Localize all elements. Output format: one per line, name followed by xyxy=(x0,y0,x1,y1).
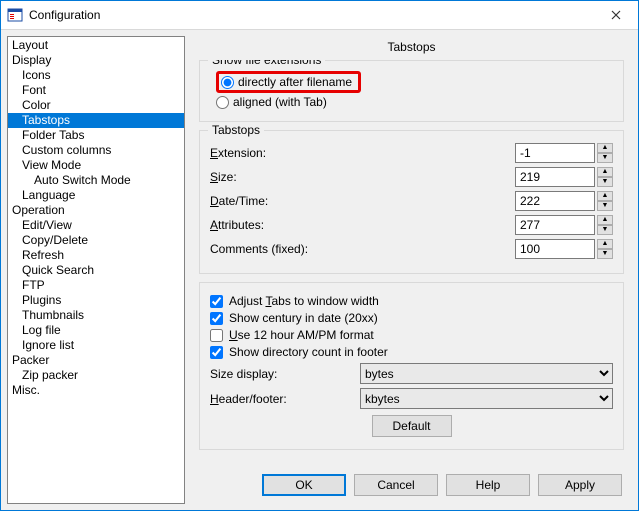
radio-directly-after-filename[interactable] xyxy=(221,76,234,89)
tree-item[interactable]: Zip packer xyxy=(8,368,184,383)
tree-item[interactable]: Edit/View xyxy=(8,218,184,233)
spin-down-icon[interactable]: ▼ xyxy=(597,249,613,259)
check-adjust-tabs[interactable] xyxy=(210,295,223,308)
tree-item[interactable]: FTP xyxy=(8,278,184,293)
label-size: Size: xyxy=(210,170,360,184)
group-legend: Tabstops xyxy=(208,123,264,137)
spinner-attributes: ▲ ▼ xyxy=(597,215,613,235)
settings-panel: Tabstops Show file extensions directly a… xyxy=(191,36,632,504)
spinner-size: ▲ ▼ xyxy=(597,167,613,187)
tree-item[interactable]: Icons xyxy=(8,68,184,83)
tree-item[interactable]: Ignore list xyxy=(8,338,184,353)
titlebar: Configuration xyxy=(1,1,638,30)
label-extension: Extension: xyxy=(210,146,360,160)
spin-up-icon[interactable]: ▲ xyxy=(597,239,613,249)
spin-down-icon[interactable]: ▼ xyxy=(597,201,613,211)
check-label: Show century in date (20xx) xyxy=(229,311,378,325)
tree-item[interactable]: Custom columns xyxy=(8,143,184,158)
tree-item[interactable]: Language xyxy=(8,188,184,203)
app-icon xyxy=(7,7,23,23)
group-tabstops: Tabstops Extension: ▲ ▼ Size: xyxy=(199,130,624,274)
tree-item[interactable]: Thumbnails xyxy=(8,308,184,323)
group-show-file-extensions: Show file extensions directly after file… xyxy=(199,60,624,122)
radio-label: directly after filename xyxy=(238,75,352,89)
tree-item[interactable]: Display xyxy=(8,53,184,68)
select-header-footer[interactable]: kbytes xyxy=(360,388,613,409)
check-label: Use 12 hour AM/PM format xyxy=(229,328,374,342)
check-12hour[interactable] xyxy=(210,329,223,342)
spin-up-icon[interactable]: ▲ xyxy=(597,143,613,153)
label-header-footer: Header/footer: xyxy=(210,392,360,406)
label-comments: Comments (fixed): xyxy=(210,242,360,256)
highlight-box: directly after filename xyxy=(216,71,361,93)
tree-item[interactable]: Packer xyxy=(8,353,184,368)
check-dir-count[interactable] xyxy=(210,346,223,359)
close-button[interactable] xyxy=(594,1,638,29)
window-title: Configuration xyxy=(29,8,594,22)
group-legend: Show file extensions xyxy=(208,60,325,67)
check-label: Show directory count in footer xyxy=(229,345,388,359)
tree-item[interactable]: View Mode xyxy=(8,158,184,173)
tree-item[interactable]: Copy/Delete xyxy=(8,233,184,248)
dialog-buttons: OK Cancel Help Apply xyxy=(191,468,632,504)
label-datetime: Date/Time: xyxy=(210,194,360,208)
tree-item[interactable]: Misc. xyxy=(8,383,184,398)
configuration-dialog: Configuration LayoutDisplayIconsFontColo… xyxy=(0,0,639,511)
spin-down-icon[interactable]: ▼ xyxy=(597,225,613,235)
spinner-comments: ▲ ▼ xyxy=(597,239,613,259)
page-title: Tabstops xyxy=(191,36,632,60)
tree-item[interactable]: Layout xyxy=(8,38,184,53)
cancel-button[interactable]: Cancel xyxy=(354,474,438,496)
check-label: Adjust Tabs to window width xyxy=(229,294,379,308)
apply-button[interactable]: Apply xyxy=(538,474,622,496)
close-icon xyxy=(611,10,621,20)
group-options: Adjust Tabs to window width Show century… xyxy=(199,282,624,450)
label-attributes: Attributes: xyxy=(210,218,360,232)
tree-item[interactable]: Plugins xyxy=(8,293,184,308)
help-button[interactable]: Help xyxy=(446,474,530,496)
select-size-display[interactable]: bytes xyxy=(360,363,613,384)
input-datetime[interactable] xyxy=(515,191,595,211)
spinner-extension: ▲ ▼ xyxy=(597,143,613,163)
input-comments[interactable] xyxy=(515,239,595,259)
tree-item[interactable]: Quick Search xyxy=(8,263,184,278)
radio-label: aligned (with Tab) xyxy=(233,95,327,109)
label-size-display: Size display: xyxy=(210,367,360,381)
tree-item[interactable]: Font xyxy=(8,83,184,98)
radio-aligned-with-tab[interactable] xyxy=(216,96,229,109)
spin-down-icon[interactable]: ▼ xyxy=(597,153,613,163)
input-attributes[interactable] xyxy=(515,215,595,235)
input-extension[interactable] xyxy=(515,143,595,163)
tree-item[interactable]: Folder Tabs xyxy=(8,128,184,143)
tree-item[interactable]: Refresh xyxy=(8,248,184,263)
category-tree[interactable]: LayoutDisplayIconsFontColorTabstopsFolde… xyxy=(7,36,185,504)
tree-item[interactable]: Log file xyxy=(8,323,184,338)
ok-button[interactable]: OK xyxy=(262,474,346,496)
input-size[interactable] xyxy=(515,167,595,187)
spin-up-icon[interactable]: ▲ xyxy=(597,167,613,177)
tree-item[interactable]: Auto Switch Mode xyxy=(8,173,184,188)
spinner-datetime: ▲ ▼ xyxy=(597,191,613,211)
tree-item[interactable]: Color xyxy=(8,98,184,113)
tree-item[interactable]: Tabstops xyxy=(8,113,184,128)
check-show-century[interactable] xyxy=(210,312,223,325)
spin-down-icon[interactable]: ▼ xyxy=(597,177,613,187)
spin-up-icon[interactable]: ▲ xyxy=(597,215,613,225)
spin-up-icon[interactable]: ▲ xyxy=(597,191,613,201)
tree-item[interactable]: Operation xyxy=(8,203,184,218)
default-button[interactable]: Default xyxy=(372,415,452,437)
